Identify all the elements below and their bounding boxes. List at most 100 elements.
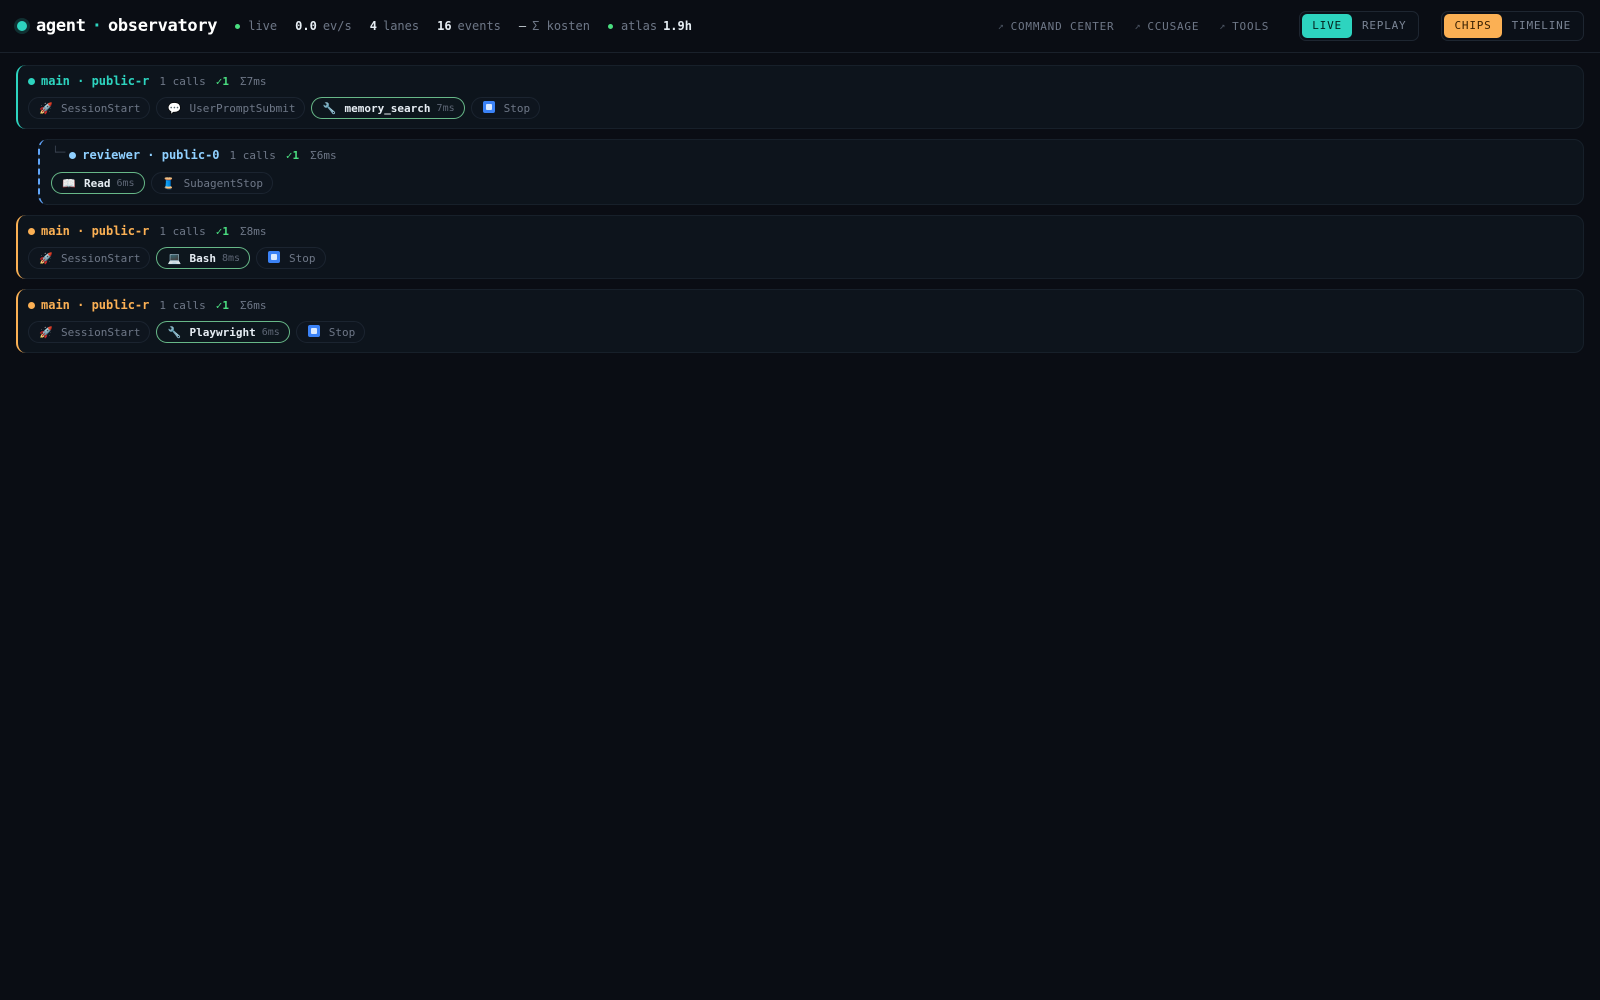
atlas-dot-icon [607,23,613,29]
events-stat: 16 events [437,19,501,33]
lane-calls: 1 calls [229,148,276,162]
lane-name: main · public-r [41,298,150,312]
chip-label: Stop [289,251,316,265]
lane-calls: 1 calls [159,74,206,88]
events-label: events [457,19,501,33]
atlas-label: atlas [620,19,658,33]
lane-main[interactable]: main · public-r 1 calls ✓1 Σ8ms 🚀 Sessio… [16,215,1584,279]
rocket-icon: 🚀 [39,251,53,265]
rate-value: 0.0 [295,19,317,33]
brand-name-right: observatory [107,16,218,36]
stats-bar: live 0.0 ev/s 4 lanes 16 events — Σ kost… [235,19,710,33]
live-label: live [248,19,278,33]
events-value: 16 [437,19,452,33]
event-chip-stop[interactable]: Stop [256,247,326,269]
lanes-stat: 4 lanes [370,19,419,33]
lane-duration-sum: Σ7ms [239,74,267,88]
nav-link-ccusage[interactable]: ↗ CCUSAGE [1134,20,1199,33]
event-chip-session-start[interactable]: 🚀 SessionStart [28,247,151,269]
chip-label: memory_search [344,101,431,115]
lane-status-dot-icon [28,77,35,85]
chip-label: SessionStart [61,325,141,339]
lane-main[interactable]: main · public-r 1 calls ✓1 Σ7ms 🚀 Sessio… [16,65,1584,129]
lane-ok-count: ✓1 [215,74,229,88]
chip-label: SessionStart [61,251,141,265]
chip-duration: 7ms [436,102,455,114]
lane-header: main · public-r 1 calls ✓1 Σ6ms [28,298,266,312]
event-chip-subagent-stop[interactable]: 🧵 SubagentStop [150,172,274,194]
lane-header: └─ reviewer · public-0 1 calls ✓1 Σ6ms [52,146,337,163]
atlas-stat: atlas 1.9h [607,19,692,33]
chip-label: Bash [189,251,216,265]
lane-header: main · public-r 1 calls ✓1 Σ8ms [28,224,266,238]
event-chip-stop[interactable]: Stop [295,321,366,343]
chip-label: SessionStart [61,101,141,115]
cost-label: Σ kosten [532,19,590,33]
rate-stat: 0.0 ev/s [295,19,352,33]
nav-link-tools[interactable]: ↗ TOOLS [1219,20,1269,33]
wrench-icon: 🔧 [322,101,337,115]
chip-label: Stop [503,101,531,115]
stop-icon [482,100,496,116]
chip-duration: 6ms [116,177,135,189]
lane-status-dot-icon [28,227,35,235]
nav-link-command-center[interactable]: ↗ COMMAND CENTER [998,20,1115,33]
event-chip-session-start[interactable]: 🚀 SessionStart [28,97,151,119]
lane-duration-sum: Σ8ms [239,224,267,238]
nav-link-label: TOOLS [1232,19,1270,33]
lane-name: main · public-r [41,74,150,88]
event-chips: 📖 Read 6ms 🧵 SubagentStop [51,172,274,194]
atlas-value: 1.9h [663,19,692,33]
lane-calls: 1 calls [159,298,206,312]
cost-stat: — Σ kosten [519,19,590,33]
lane-ok-count: ✓1 [215,224,229,238]
lanes-list: main · public-r 1 calls ✓1 Σ7ms 🚀 Sessio… [0,53,1600,353]
lane-accent [38,139,52,205]
tool-chip-playwright[interactable]: 🔧 Playwright 6ms [156,321,290,343]
event-chip-stop[interactable]: Stop [470,97,541,119]
wrench-icon: 🔧 [167,325,182,339]
lane-ok-count: ✓1 [215,298,229,312]
event-chips: 🚀 SessionStart 🔧 Playwright 6ms Stop [28,321,366,343]
lane-subagent[interactable]: └─ reviewer · public-0 1 calls ✓1 Σ6ms 📖… [38,139,1584,205]
tool-chip-memory-search[interactable]: 🔧 memory_search 7ms [311,97,465,119]
view-toggle: CHIPS TIMELINE [1441,11,1584,41]
chips-view-button[interactable]: CHIPS [1444,14,1502,38]
event-chip-session-start[interactable]: 🚀 SessionStart [28,321,151,343]
brand: agent · observatory [14,16,218,36]
event-chips: 🚀 SessionStart 💻 Bash 8ms Stop [28,247,326,269]
top-bar: agent · observatory live 0.0 ev/s 4 lane… [0,0,1600,53]
rate-unit: ev/s [322,19,352,33]
timeline-view-button[interactable]: TIMELINE [1502,14,1581,38]
chip-duration: 6ms [261,326,280,338]
stop-icon [307,324,321,340]
live-mode-button[interactable]: LIVE [1302,14,1352,38]
live-dot-icon [235,23,241,29]
event-chips: 🚀 SessionStart 💬 UserPromptSubmit 🔧 memo… [28,97,541,119]
chip-label: Stop [328,325,356,339]
tool-chip-read[interactable]: 📖 Read 6ms [51,172,145,194]
chip-label: SubagentStop [183,176,264,190]
chip-label: UserPromptSubmit [189,101,296,115]
rocket-icon: 🚀 [39,325,53,339]
cost-value: — [518,19,527,33]
lane-status-dot-icon [69,151,77,159]
brand-separator: · [91,16,102,36]
mode-toggle: LIVE REPLAY [1299,11,1420,41]
thread-spool-icon: 🧵 [161,176,176,190]
nav-link-label: COMMAND CENTER [1010,19,1115,33]
brand-name-left: agent [36,16,86,36]
external-arrow-icon: ↗ [997,20,1005,32]
lanes-value: 4 [369,19,377,33]
lane-header: main · public-r 1 calls ✓1 Σ7ms [28,74,266,88]
external-arrow-icon: ↗ [1219,20,1227,32]
event-chip-user-prompt-submit[interactable]: 💬 UserPromptSubmit [156,97,306,119]
external-arrow-icon: ↗ [1134,20,1142,32]
lane-status-dot-icon [28,301,35,309]
replay-mode-button[interactable]: REPLAY [1352,14,1417,38]
live-indicator: live [235,19,277,33]
tool-chip-bash[interactable]: 💻 Bash 8ms [156,247,251,269]
lane-main[interactable]: main · public-r 1 calls ✓1 Σ6ms 🚀 Sessio… [16,289,1584,353]
computer-icon: 💻 [167,251,182,265]
lane-duration-sum: Σ6ms [239,298,267,312]
